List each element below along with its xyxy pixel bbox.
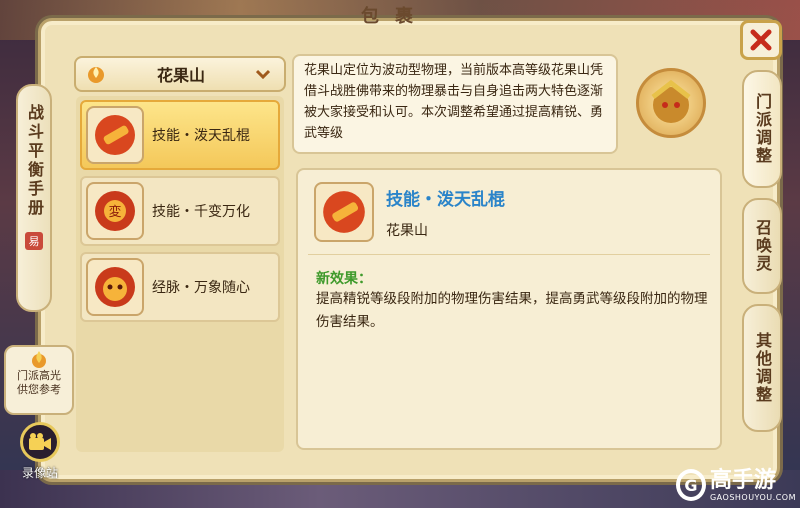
skill-detail-sect: 花果山 — [386, 222, 428, 239]
skill-name: 技能・千变万化 — [152, 204, 250, 220]
gaoshouyou-watermark: G 高手游 GAOSHOUYOU.COM — [676, 464, 796, 506]
left-tab-label: 战斗平衡手册 — [25, 104, 44, 218]
seal-icon: 易 — [25, 232, 43, 250]
skill-name: 经脉・万象随心 — [152, 280, 250, 296]
new-effect-text: 提高精锐等级段附加的物理伤害结果，提高勇武等级段附加的物理伤害结果。 — [316, 291, 708, 330]
monkey-king-avatar — [636, 68, 706, 138]
skill-detail-header: 技能・泼天乱棍 花果山 — [314, 182, 505, 242]
skill-name: 技能・泼天乱棍 — [152, 128, 250, 144]
window-title: 包裹 — [361, 6, 429, 27]
sect-description-text: 花果山定位为波动型物理，当前版本高等级花果山凭借斗战胜佛带来的物理暴击与自身追击… — [304, 63, 604, 141]
sect-select-dropdown[interactable]: 花果山 — [74, 56, 286, 92]
sect-highlight-button[interactable]: 门派高光 供您参考 — [4, 345, 74, 415]
highlight-line-1: 门派高光 — [17, 369, 61, 382]
tab-label: 门派调整 — [753, 93, 772, 165]
tab-other-adjustments[interactable]: 其他调整 — [742, 304, 782, 432]
svg-text:変: 変 — [108, 204, 121, 220]
tab-label: 召唤灵 — [753, 219, 772, 273]
watermark-sub-text: GAOSHOUYOU.COM — [709, 492, 796, 502]
gaoshouyou-logo-icon: G — [676, 469, 706, 501]
tab-sect-adjustment[interactable]: 门派调整 — [742, 70, 782, 188]
video-camera-icon — [20, 422, 60, 462]
skill-item-wanxiang[interactable]: 经脉・万象随心 — [80, 252, 280, 322]
highlight-line-2: 供您参考 — [17, 383, 61, 396]
skill-item-poutian[interactable]: 技能・泼天乱棍 — [80, 100, 280, 170]
skill-staff-icon — [314, 182, 374, 242]
new-effect-label: 新效果： — [316, 271, 372, 287]
close-button[interactable] — [740, 20, 782, 60]
dropdown-selected-value: 花果山 — [156, 66, 205, 85]
replay-station-label: 录像站 — [21, 466, 58, 480]
skill-item-qianbian[interactable]: 変 技能・千变万化 — [80, 176, 280, 246]
skill-monkey-face-icon — [86, 258, 144, 316]
watermark-main-text: 高手游 — [709, 467, 776, 493]
skill-staff-icon — [86, 106, 144, 164]
skill-detail-title: 技能・泼天乱棍 — [386, 189, 505, 210]
skill-detail-panel: 技能・泼天乱棍 花果山 新效果： 提高精锐等级段附加的物理伤害结果，提高勇武等级… — [296, 168, 722, 450]
tab-summon-spirit[interactable]: 召唤灵 — [742, 198, 782, 294]
chevron-down-icon — [256, 69, 270, 79]
divider — [308, 254, 710, 255]
flame-icon — [32, 351, 46, 368]
flame-icon — [88, 67, 104, 83]
sect-description-panel[interactable]: 花果山定位为波动型物理，当前版本高等级花果山凭借斗战胜佛带来的物理暴击与自身追击… — [292, 54, 618, 154]
battle-balance-handbook-tab[interactable]: 战斗平衡手册 易 — [16, 84, 52, 312]
close-icon — [750, 29, 772, 51]
replay-station-button[interactable]: 录像站 — [12, 422, 68, 484]
skill-transform-icon: 変 — [86, 182, 144, 240]
tab-label: 其他调整 — [753, 332, 772, 404]
skill-list: 技能・泼天乱棍 変 技能・千变万化 经脉・万象随心 — [76, 96, 284, 452]
